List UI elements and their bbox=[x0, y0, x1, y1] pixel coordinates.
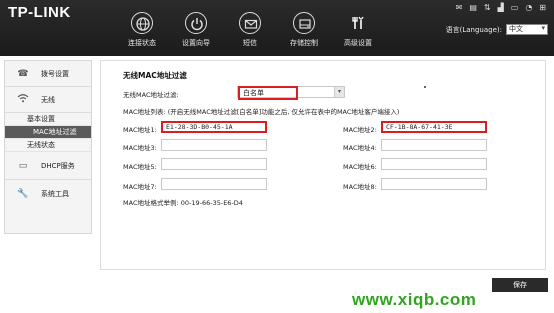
top-header: TP-LINK 连接状态 设置向导 短信 存储控制 高级设置 ✉ ▤ ⇅ ▟ ▭ bbox=[0, 0, 554, 56]
main-panel: 无线MAC地址过滤 无线MAC地址过滤: 白名单 ▾ MAC地址列表: (开启无… bbox=[100, 60, 546, 270]
mac-label-4: MAC地址4: bbox=[343, 144, 377, 152]
nav-advanced-settings[interactable]: 高级设置 bbox=[328, 12, 388, 48]
filter-label: 无线MAC地址过滤: bbox=[123, 91, 179, 99]
mac-input-3[interactable] bbox=[161, 139, 267, 151]
mac-label-1: MAC地址1: bbox=[123, 126, 157, 134]
sidebar-item-label: 拨号设置 bbox=[41, 69, 69, 78]
sidebar-item-label: 无线 bbox=[41, 95, 55, 104]
nav-storage-control[interactable]: 存储控制 bbox=[274, 12, 334, 48]
sidebar-item-system-tools[interactable]: 🔧 系统工具 bbox=[5, 180, 91, 208]
mac-input-1[interactable]: E1-28-3D-B0-45-1A bbox=[161, 121, 267, 133]
mac-input-6[interactable] bbox=[381, 158, 487, 170]
battery-icon: ▭ bbox=[510, 3, 519, 12]
network-icon: ⇅ bbox=[483, 3, 491, 12]
sidebar-sub-mac-filter[interactable]: MAC地址过滤 bbox=[5, 126, 91, 139]
dial-icon: ☎ bbox=[17, 68, 29, 79]
mac-input-5[interactable] bbox=[161, 158, 267, 170]
sidebar-item-dhcp[interactable]: ▭ DHCP服务 bbox=[5, 152, 91, 180]
signal-icon: ▟ bbox=[497, 3, 504, 12]
mac-label-5: MAC地址5: bbox=[123, 163, 157, 171]
language-label: 语言(Language): bbox=[445, 25, 502, 34]
sidebar-item-wireless[interactable]: 无线 bbox=[5, 87, 91, 113]
sidebar-sub-basic-settings[interactable]: 基本设置 bbox=[5, 113, 91, 126]
mac-input-8[interactable] bbox=[381, 178, 487, 190]
language-selector: 语言(Language): 中文 bbox=[446, 24, 548, 35]
nav-label: 存储控制 bbox=[290, 39, 318, 47]
sidebar: ☎ 拨号设置 无线 基本设置 MAC地址过滤 无线状态 ▭ DHCP服务 🔧 系… bbox=[4, 60, 92, 234]
wrench-icon: 🔧 bbox=[17, 189, 29, 199]
chevron-down-icon: ▾ bbox=[334, 87, 344, 97]
dhcp-icon: ▭ bbox=[18, 160, 28, 171]
globe-icon bbox=[131, 12, 153, 34]
tools-icon bbox=[347, 12, 369, 34]
power-icon bbox=[185, 12, 207, 34]
mac-label-8: MAC地址8: bbox=[343, 183, 377, 191]
connection-icon: ⊞ bbox=[539, 3, 546, 12]
status-icons: ✉ ▤ ⇅ ▟ ▭ ◔ ⊞ bbox=[456, 3, 546, 12]
mac-input-7[interactable] bbox=[161, 178, 267, 190]
wifi-icon bbox=[15, 93, 31, 106]
mac-input-4[interactable] bbox=[381, 139, 487, 151]
nav-label: 高级设置 bbox=[344, 39, 372, 47]
nav-sms[interactable]: 短信 bbox=[220, 12, 280, 48]
wifi-icon: ◔ bbox=[525, 3, 533, 12]
sim-icon: ▤ bbox=[469, 3, 477, 12]
nav-connection-status[interactable]: 连接状态 bbox=[112, 12, 172, 48]
mac-label-3: MAC地址3: bbox=[123, 144, 157, 152]
save-button[interactable]: 保存 bbox=[492, 278, 548, 292]
sidebar-item-label: 系统工具 bbox=[41, 190, 69, 198]
mac-label-2: MAC地址2: bbox=[343, 126, 377, 134]
decorative-dot bbox=[424, 86, 426, 88]
section-title: 无线MAC地址过滤 bbox=[123, 71, 187, 80]
brand-logo: TP-LINK bbox=[8, 4, 71, 21]
envelope-icon bbox=[239, 12, 261, 34]
mac-label-6: MAC地址6: bbox=[343, 163, 377, 171]
nav-label: 连接状态 bbox=[128, 39, 156, 47]
sidebar-item-label: DHCP服务 bbox=[41, 161, 75, 170]
mac-input-2[interactable]: CF-1B-8A-67-41-3E bbox=[381, 121, 487, 133]
nav-label: 短信 bbox=[243, 39, 257, 47]
watermark: www.xiqb.com bbox=[352, 290, 477, 309]
filter-mode-select[interactable]: 白名单 ▾ bbox=[237, 86, 345, 100]
sidebar-sub-wireless-status[interactable]: 无线状态 bbox=[5, 139, 91, 152]
mac-list-note: MAC地址列表: (开启无线MAC地址过滤[白名单]功能之后, 仅允许在表中的M… bbox=[123, 108, 400, 116]
language-select[interactable]: 中文 bbox=[506, 24, 548, 35]
filter-mode-value: 白名单 bbox=[238, 86, 298, 100]
mac-format-example: MAC地址格式举例: 00-19-66-35-E6-D4 bbox=[123, 199, 243, 207]
storage-icon bbox=[293, 12, 315, 34]
nav-label: 设置向导 bbox=[182, 39, 210, 47]
mail-icon: ✉ bbox=[455, 3, 463, 12]
mac-label-7: MAC地址7: bbox=[123, 183, 157, 191]
nav-setup-wizard[interactable]: 设置向导 bbox=[166, 12, 226, 48]
sidebar-item-dial[interactable]: ☎ 拨号设置 bbox=[5, 61, 91, 87]
